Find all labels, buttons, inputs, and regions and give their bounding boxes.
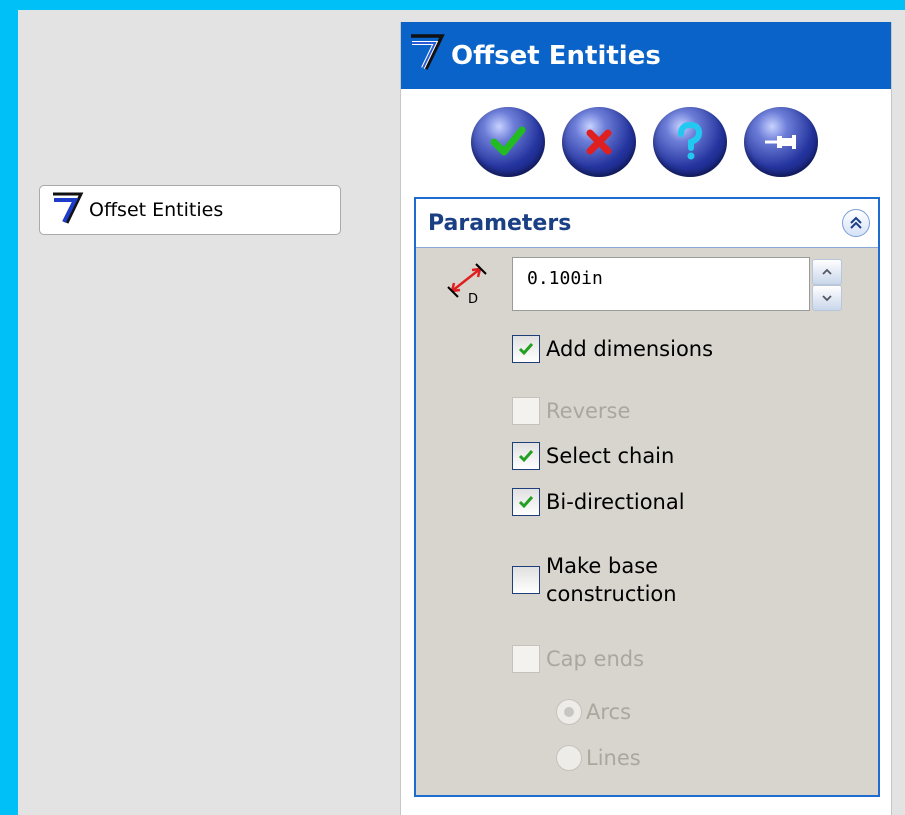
double-chevron-up-icon bbox=[850, 216, 862, 229]
help-button[interactable] bbox=[653, 107, 727, 177]
spin-up-button[interactable] bbox=[812, 259, 842, 285]
distance-input[interactable]: 0.100in bbox=[512, 257, 810, 311]
x-icon bbox=[586, 129, 612, 155]
offset-entities-toolbar-button[interactable]: Offset Entities bbox=[39, 185, 341, 235]
arcs-radio[interactable] bbox=[556, 699, 582, 725]
cap-ends-label: Cap ends bbox=[546, 647, 645, 671]
check-icon bbox=[518, 450, 534, 463]
checkmark-icon bbox=[490, 126, 526, 156]
question-icon bbox=[678, 122, 703, 160]
reverse-label: Reverse bbox=[546, 399, 631, 423]
arcs-label: Arcs bbox=[586, 700, 632, 724]
make-base-construction-checkbox[interactable] bbox=[512, 566, 540, 594]
bi-directional-checkbox[interactable] bbox=[512, 488, 540, 516]
cap-ends-option[interactable]: Cap ends bbox=[512, 645, 644, 673]
add-dimensions-checkbox[interactable] bbox=[512, 335, 540, 363]
pin-button[interactable] bbox=[744, 107, 818, 177]
lines-radio[interactable] bbox=[556, 745, 582, 771]
bi-directional-label: Bi-directional bbox=[546, 490, 685, 514]
parameters-group: Parameters D 0.100in Add dimensions Reve… bbox=[414, 197, 880, 797]
bi-directional-option[interactable]: Bi-directional bbox=[512, 488, 685, 516]
add-dimensions-label: Add dimensions bbox=[546, 337, 714, 361]
make-base-label-line2: construction bbox=[546, 582, 677, 606]
lines-label: Lines bbox=[586, 746, 641, 770]
cap-ends-checkbox[interactable] bbox=[512, 645, 540, 673]
select-chain-option[interactable]: Select chain bbox=[512, 442, 674, 470]
distance-icon: D bbox=[446, 261, 492, 309]
parameters-group-header: Parameters bbox=[416, 199, 878, 248]
collapse-button[interactable] bbox=[842, 209, 870, 237]
parameters-title: Parameters bbox=[428, 210, 572, 236]
action-buttons bbox=[471, 107, 818, 177]
reverse-checkbox[interactable] bbox=[512, 397, 540, 425]
toolbar-button-label: Offset Entities bbox=[89, 199, 224, 221]
make-base-construction-label: Make base construction bbox=[546, 552, 677, 608]
make-base-construction-option[interactable]: Make base construction bbox=[512, 552, 677, 608]
reverse-option[interactable]: Reverse bbox=[512, 397, 630, 425]
spin-down-button[interactable] bbox=[812, 285, 842, 311]
pushpin-icon bbox=[765, 135, 796, 149]
property-manager-header: Offset Entities bbox=[401, 22, 891, 89]
check-icon bbox=[518, 496, 534, 509]
check-icon bbox=[518, 343, 534, 356]
cancel-button[interactable] bbox=[562, 107, 636, 177]
arcs-option[interactable]: Arcs bbox=[556, 699, 631, 725]
property-manager: Offset Entities Parameters D 0.100in Add… bbox=[400, 22, 892, 815]
select-chain-checkbox[interactable] bbox=[512, 442, 540, 470]
make-base-label-line1: Make base bbox=[546, 554, 659, 578]
svg-text:D: D bbox=[468, 292, 478, 305]
canvas-area: Offset Entities Offset Entities Paramete… bbox=[18, 10, 905, 815]
property-manager-title: Offset Entities bbox=[451, 40, 661, 71]
offset-entities-icon bbox=[409, 33, 447, 78]
add-dimensions-option[interactable]: Add dimensions bbox=[512, 335, 713, 363]
select-chain-label: Select chain bbox=[546, 444, 675, 468]
chevron-up-icon bbox=[822, 268, 832, 275]
chevron-down-icon bbox=[822, 295, 832, 302]
ok-button[interactable] bbox=[471, 107, 545, 177]
offset-entities-icon bbox=[51, 191, 87, 230]
lines-option[interactable]: Lines bbox=[556, 745, 641, 771]
